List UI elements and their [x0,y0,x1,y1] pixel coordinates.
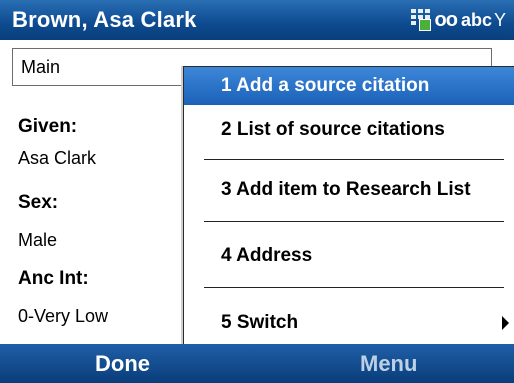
menu-item-switch[interactable]: 5 Switch [184,304,514,342]
menu-item-address[interactable]: 4 Address [184,237,514,275]
contact-title: Brown, Asa Clark [12,7,197,32]
details-panel: Given: Asa Clark Sex: Male Anc Int: 0-Ve… [12,96,183,344]
anc-int-value: 0-Very Low [18,306,109,326]
menu-item-add-research-item[interactable]: 3 Add item to Research List [184,171,514,209]
status-tray: oo abc Y [410,5,506,35]
given-label: Given: [18,116,78,137]
menu-separator [204,221,504,222]
triangle-right-icon [502,316,509,330]
given-value: Asa Clark [18,148,97,168]
sex-value: Male [18,230,58,250]
popup-menu: 1 Add a source citation 2 List of source… [183,66,514,345]
menu-separator [204,287,504,288]
softkey-bar: Done Menu [0,344,514,383]
menu-softkey[interactable]: Menu [360,351,417,377]
anc-int-label: Anc Int: [18,268,89,289]
menu-separator [204,159,504,160]
signal-icon: Y [493,9,506,30]
done-softkey[interactable]: Done [95,351,150,377]
oo-icon: oo [434,8,458,31]
menu-item-switch-label: 5 Switch [221,312,299,333]
grid-check-icon [410,9,431,31]
menu-item-add-source-citation[interactable]: 1 Add a source citation [184,67,514,105]
title-bar: Brown, Asa Clark oo abc Y [0,0,514,40]
view-selector-value: Main [21,57,61,77]
input-mode-indicator[interactable]: abc [461,10,492,31]
sex-label: Sex: [18,192,59,213]
menu-item-list-source-citations[interactable]: 2 List of source citations [184,111,514,149]
